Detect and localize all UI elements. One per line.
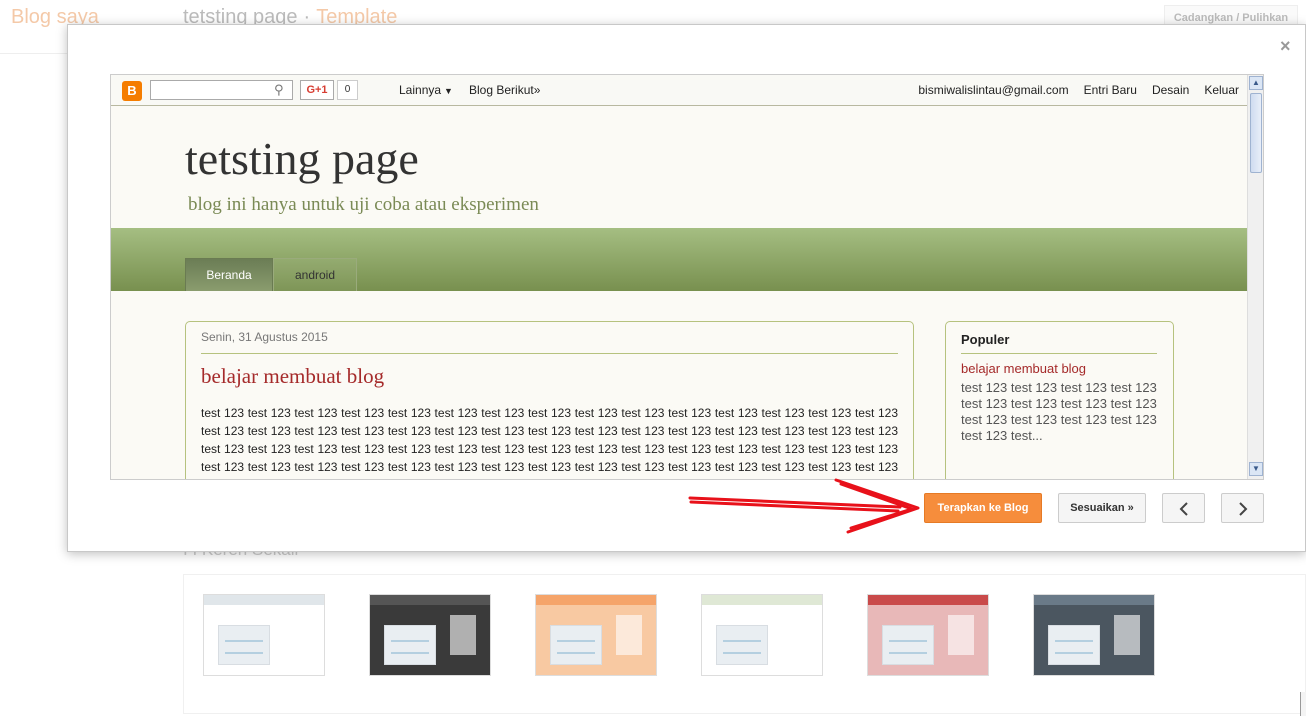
tab-home[interactable]: Beranda [185,258,273,291]
new-post-link[interactable]: Entri Baru [1084,83,1137,97]
blog-description: blog ini hanya untuk uji coba atau ekspe… [188,194,539,215]
divider [961,353,1157,354]
scroll-down-icon[interactable]: ▼ [1249,462,1263,476]
close-icon[interactable]: × [1280,36,1291,57]
scroll-thumb[interactable] [1250,93,1262,173]
google-plus-one-button[interactable]: G+1 [300,80,334,100]
tab-android[interactable]: android [273,258,357,291]
caret-down-icon: ▼ [444,86,453,96]
template-gallery [183,574,1306,714]
user-email[interactable]: bismiwalislintau@gmail.com [918,83,1068,97]
template-thumbnail[interactable] [867,594,989,676]
design-link[interactable]: Desain [1152,83,1189,97]
blog-tabs-bar: Beranda android [111,228,1247,291]
popular-post-link[interactable]: belajar membuat blog [961,361,1086,376]
template-thumbnail[interactable] [203,594,325,676]
more-label: Lainnya [399,83,442,97]
template-preview-frame: B ⚲ G+1 0 Lainnya ▼ Blog Berikut» bismiwa… [110,74,1264,480]
blog-title[interactable]: tetsting page [185,132,419,185]
plus-one-count: 0 [337,80,358,100]
navbar-search-input[interactable]: ⚲ [150,80,293,100]
template-thumbnail[interactable] [369,594,491,676]
widget-title: Populer [961,332,1010,347]
blog-post: Senin, 31 Agustus 2015 belajar membuat b… [185,321,914,479]
template-thumbnail[interactable] [535,594,657,676]
next-template-button[interactable] [1221,493,1264,523]
logout-link[interactable]: Keluar [1204,83,1239,97]
search-icon[interactable]: ⚲ [274,83,288,97]
customize-button[interactable]: Sesuaikan » [1058,493,1146,523]
blogger-navbar: B ⚲ G+1 0 Lainnya ▼ Blog Berikut» bismiwa… [111,75,1247,106]
preview-scrollbar[interactable]: ▲ ▼ [1247,75,1263,479]
template-thumbnail[interactable] [1033,594,1155,676]
divider [201,353,898,354]
apply-to-blog-button[interactable]: Terapkan ke Blog [924,493,1042,523]
chevron-left-icon [1179,502,1188,516]
blogger-logo-icon[interactable]: B [122,81,142,101]
chevron-right-icon [1239,502,1248,516]
template-thumbnail[interactable] [701,594,823,676]
blog-header: tetsting page blog ini hanya untuk uji c… [111,106,1247,228]
scroll-up-icon[interactable]: ▲ [1249,76,1263,90]
post-body: test 123 test 123 test 123 test 123 test… [201,406,898,479]
next-blog-link[interactable]: Blog Berikut» [469,83,540,97]
more-menu[interactable]: Lainnya ▼ [399,83,453,97]
post-date: Senin, 31 Agustus 2015 [201,330,328,344]
previous-template-button[interactable] [1162,493,1205,523]
red-arrow-annotation [688,478,920,534]
navbar-user-links: bismiwalislintau@gmail.com Entri Baru De… [918,83,1239,97]
window-edge [1300,692,1306,716]
popular-post-snippet: test 123 test 123 test 123 test 123 test… [961,380,1157,443]
popular-posts-widget: Populer belajar membuat blog test 123 te… [945,321,1174,479]
post-title[interactable]: belajar membuat blog [201,364,384,389]
